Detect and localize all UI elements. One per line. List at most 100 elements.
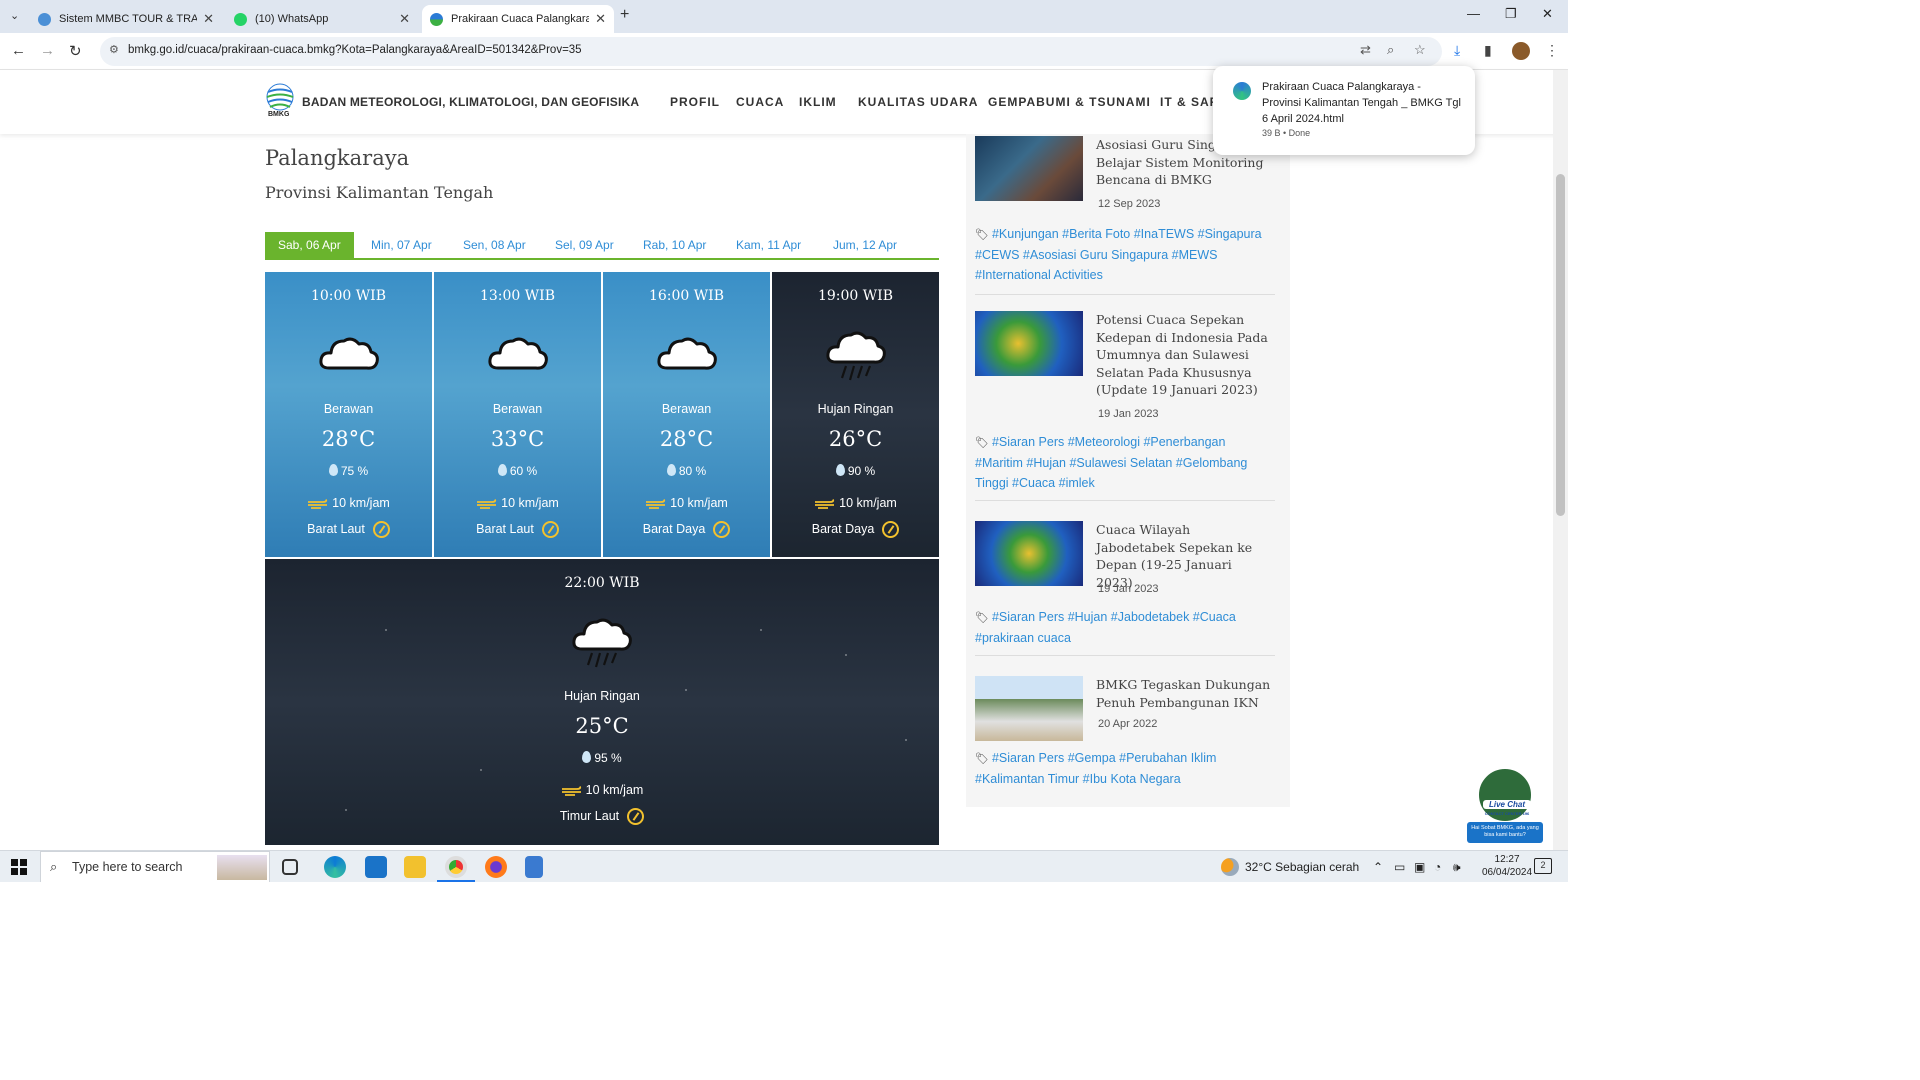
- page-scrollbar[interactable]: [1553, 70, 1568, 850]
- tray-meet-icon[interactable]: ▭: [1394, 860, 1405, 874]
- browser-tab-strip: ⌄ Sistem MMBC TOUR & TRAVEL ✕ (10) Whats…: [0, 0, 1568, 33]
- menu-kualitas-udara[interactable]: KUALITAS UDARA: [858, 95, 978, 109]
- task-view-icon[interactable]: [282, 859, 298, 875]
- tab-search-chevron-icon[interactable]: ⌄: [10, 9, 19, 22]
- windows-start-icon[interactable]: [11, 859, 27, 875]
- news-title[interactable]: Cuaca Wilayah Jabodetabek Sepekan ke Dep…: [1096, 521, 1271, 591]
- forecast-condition: Berawan: [323, 402, 374, 416]
- cloud-icon: [487, 337, 548, 370]
- tray-chevron-icon[interactable]: ⌃: [1373, 860, 1383, 874]
- windows-taskbar: ⌕ Type here to search 32°C Sebagian cera…: [0, 850, 1568, 882]
- calculator-icon[interactable]: [525, 856, 543, 878]
- tray-volume-icon[interactable]: 🕪: [1453, 860, 1461, 875]
- taskbar-weather[interactable]: 32°C Sebagian cerah: [1245, 860, 1359, 874]
- reload-icon[interactable]: ↻: [69, 42, 82, 60]
- taskbar-clock[interactable]: 12:27 06/04/2024: [1482, 853, 1532, 879]
- news-thumbnail[interactable]: [975, 676, 1083, 741]
- tab-day-6[interactable]: Jum, 12 Apr: [820, 232, 910, 258]
- site-brand[interactable]: BADAN METEOROLOGI, KLIMATOLOGI, DAN GEOF…: [302, 95, 639, 109]
- edge-browser-icon[interactable]: [324, 856, 346, 878]
- bookmark-star-icon[interactable]: ☆: [1414, 42, 1426, 58]
- tab-day-5[interactable]: Kam, 11 Apr: [723, 232, 814, 258]
- forward-icon[interactable]: →: [40, 42, 55, 59]
- cloud-icon: [656, 337, 717, 370]
- tab-day-2[interactable]: Sen, 08 Apr: [450, 232, 539, 258]
- menu-iklim[interactable]: IKLIM: [799, 95, 837, 109]
- side-panel-icon[interactable]: ▮: [1484, 42, 1492, 59]
- wind-direction: Barat Daya: [811, 521, 875, 536]
- download-bubble[interactable]: Prakiraan Cuaca Palangkaraya - Provinsi …: [1213, 66, 1475, 155]
- news-thumbnail[interactable]: [975, 136, 1083, 201]
- news-title[interactable]: BMKG Tegaskan Dukungan Penuh Pembangunan…: [1096, 676, 1271, 711]
- profile-avatar[interactable]: [1512, 42, 1530, 60]
- url-text[interactable]: bmkg.go.id/cuaca/prakiraan-cuaca.bmkg?Ko…: [128, 44, 582, 56]
- new-tab-button[interactable]: +: [620, 6, 629, 24]
- news-tags: 🏷 #Siaran Pers #Gempa #Perubahan Iklim #K…: [975, 748, 1275, 789]
- browser-menu-icon[interactable]: ⋮: [1545, 42, 1559, 59]
- news-item: BMKG Tegaskan Dukungan Penuh Pembangunan…: [975, 676, 1275, 801]
- weather-sun-cloud-icon[interactable]: [1221, 858, 1239, 876]
- download-filename[interactable]: Prakiraan Cuaca Palangkaraya - Provinsi …: [1262, 79, 1462, 127]
- tag-icon: 🏷: [975, 612, 989, 624]
- forecast-time: 10:00 WIB: [310, 288, 386, 304]
- tab-day-0[interactable]: Sab, 06 Apr: [265, 232, 354, 258]
- forecast-temperature: 28°C: [659, 427, 714, 451]
- news-thumbnail[interactable]: [975, 521, 1083, 586]
- news-item: Potensi Cuaca Sepekan Kedepan di Indones…: [975, 311, 1275, 501]
- news-divider: [975, 655, 1275, 656]
- tag-list[interactable]: #Siaran Pers #Gempa #Perubahan Iklim #Ka…: [975, 751, 1216, 786]
- restore-icon[interactable]: ❐: [1505, 6, 1517, 22]
- minimize-icon[interactable]: —: [1467, 6, 1480, 21]
- live-chat-widget[interactable]: Live Chat CONTACT CENTER 196 Hai Sobat B…: [1467, 767, 1543, 843]
- tab-day-3[interactable]: Sel, 09 Apr: [542, 232, 627, 258]
- active-app-indicator: [437, 880, 475, 882]
- close-tab-icon[interactable]: ✕: [203, 11, 214, 27]
- tab-day-4[interactable]: Rab, 10 Apr: [630, 232, 719, 258]
- close-window-icon[interactable]: ✕: [1542, 6, 1553, 22]
- tag-list[interactable]: #Siaran Pers #Meteorologi #Penerbangan #…: [975, 435, 1247, 490]
- menu-cuaca[interactable]: CUACA: [736, 95, 784, 109]
- news-tags: 🏷 #Siaran Pers #Meteorologi #Penerbangan …: [975, 432, 1275, 493]
- firefox-icon[interactable]: [485, 856, 507, 878]
- humidity-drop-icon: [328, 464, 338, 476]
- humidity-value: 60 %: [509, 464, 538, 478]
- tag-icon: 🏷: [975, 437, 989, 449]
- menu-profil[interactable]: PROFIL: [670, 95, 720, 109]
- download-icon[interactable]: ⤓: [1454, 42, 1460, 59]
- browser-tab-mmbc[interactable]: Sistem MMBC TOUR & TRAVEL ✕: [30, 5, 222, 33]
- menu-gempabumi[interactable]: GEMPABUMI & TSUNAMI: [988, 95, 1151, 109]
- wind-icon: [815, 498, 835, 509]
- chrome-icon[interactable]: [445, 856, 467, 878]
- tray-display-icon[interactable]: ▣: [1414, 860, 1425, 874]
- zoom-icon[interactable]: ⌕: [1387, 42, 1394, 58]
- address-bar[interactable]: ⚙ bmkg.go.id/cuaca/prakiraan-cuaca.bmkg?…: [100, 37, 1442, 66]
- scrollbar-thumb[interactable]: [1556, 174, 1565, 516]
- news-title[interactable]: Potensi Cuaca Sepekan Kedepan di Indones…: [1096, 311, 1271, 399]
- file-explorer-icon[interactable]: [404, 856, 426, 878]
- tag-list[interactable]: #Kunjungan #Berita Foto #InaTEWS #Singap…: [975, 227, 1262, 282]
- forecast-card-1600: 16:00 WIB Berawan 28°C 80 % 10 km/jam Ba…: [603, 272, 770, 557]
- back-icon[interactable]: ←: [11, 42, 26, 59]
- menu-it-sar[interactable]: IT & SAR: [1160, 95, 1219, 109]
- tray-network-icon[interactable]: ◔: [1434, 860, 1441, 874]
- mail-icon[interactable]: [365, 856, 387, 878]
- browser-tab-bmkg[interactable]: Prakiraan Cuaca Palangkaraya - ✕: [422, 5, 614, 33]
- bmkg-icon: [430, 12, 443, 26]
- taskbar-search-box[interactable]: ⌕ Type here to search: [40, 851, 270, 882]
- province-subtitle: Provinsi Kalimantan Tengah: [265, 183, 494, 202]
- forecast-card-2200: 22:00 WIB Hujan Ringan 25°C 95 % 10 km/j…: [265, 559, 939, 845]
- close-tab-icon[interactable]: ✕: [399, 11, 410, 27]
- close-tab-icon[interactable]: ✕: [595, 11, 606, 27]
- tag-list[interactable]: #Siaran Pers #Hujan #Jabodetabek #Cuaca …: [975, 610, 1236, 645]
- news-date: 19 Jan 2023: [1098, 408, 1159, 420]
- news-divider: [975, 500, 1275, 501]
- news-thumbnail[interactable]: [975, 311, 1083, 376]
- notification-center-icon[interactable]: 2: [1534, 858, 1552, 874]
- site-info-icon[interactable]: ⚙: [109, 43, 119, 56]
- tab-day-1[interactable]: Min, 07 Apr: [358, 232, 445, 258]
- compass-icon: [372, 521, 390, 538]
- browser-tab-whatsapp[interactable]: (10) WhatsApp ✕: [226, 5, 418, 33]
- forecast-humidity: 90 %: [772, 464, 939, 478]
- day-tabs: Sab, 06 Apr Min, 07 Apr Sen, 08 Apr Sel,…: [265, 232, 939, 260]
- translate-icon[interactable]: ⇄: [1360, 42, 1371, 58]
